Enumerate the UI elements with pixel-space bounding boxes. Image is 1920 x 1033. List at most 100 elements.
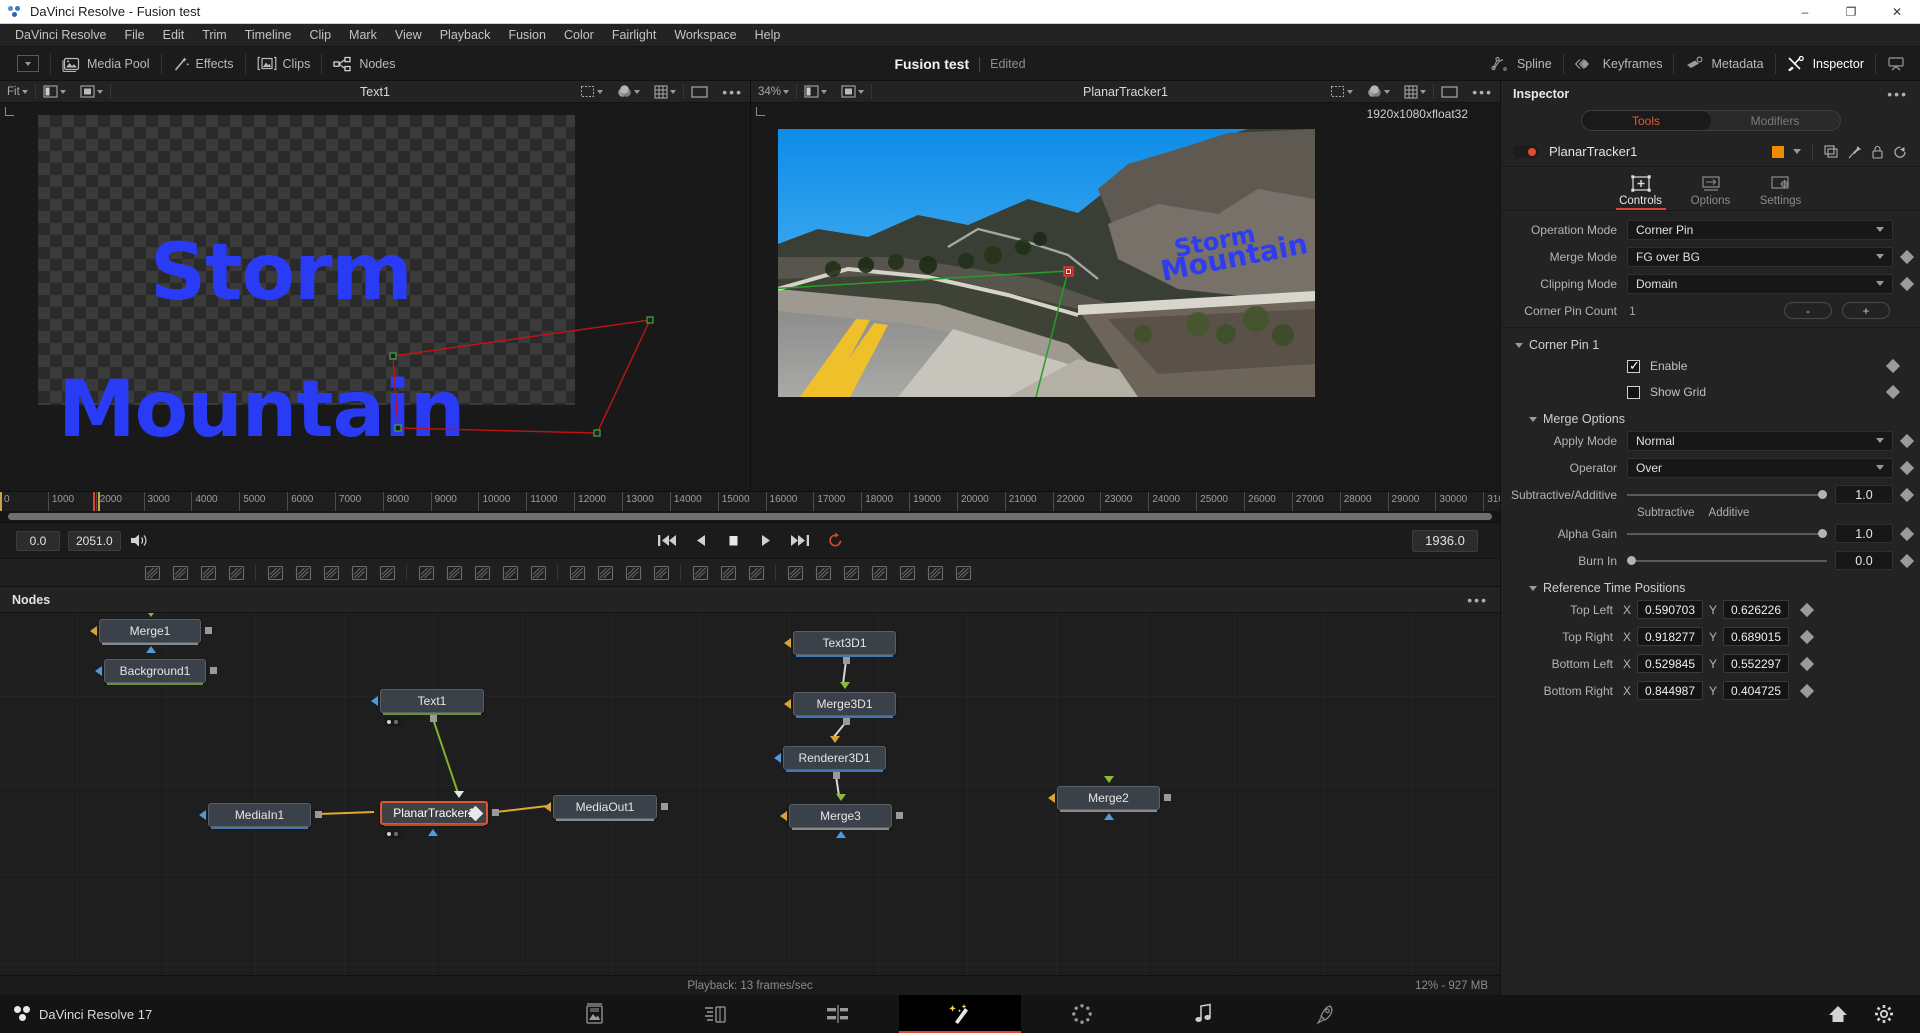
node-text1[interactable]: Text1 bbox=[380, 689, 484, 715]
top-right-keyframe-diamond[interactable] bbox=[1799, 629, 1815, 644]
merge3-effectmask-input[interactable] bbox=[836, 831, 846, 838]
color-swatch[interactable] bbox=[1772, 145, 1784, 158]
step-back-button[interactable] bbox=[694, 533, 709, 548]
blur-tool[interactable] bbox=[261, 561, 289, 585]
color-page-button[interactable] bbox=[1021, 995, 1143, 1033]
resize-tool[interactable] bbox=[524, 561, 552, 585]
paint-tool[interactable] bbox=[222, 561, 250, 585]
playhead[interactable] bbox=[92, 492, 95, 511]
corner-pin-decrement-button[interactable]: - bbox=[1784, 302, 1832, 319]
fastnoise-tool[interactable] bbox=[166, 561, 194, 585]
speaker-icon[interactable] bbox=[129, 532, 149, 549]
viewer-right-options-button[interactable]: ••• bbox=[1465, 81, 1500, 103]
menu-mark[interactable]: Mark bbox=[340, 24, 386, 47]
text1-modifier-dots[interactable] bbox=[384, 717, 403, 726]
in-point-marker[interactable] bbox=[0, 492, 2, 511]
bottom-left-keyframe-diamond[interactable] bbox=[1799, 656, 1815, 671]
bottom-right-y-field[interactable]: 0.404725 bbox=[1723, 681, 1789, 700]
planartracker1-effectmask-input[interactable] bbox=[428, 829, 438, 836]
deliver-page-button[interactable] bbox=[1265, 995, 1387, 1033]
menu-clip[interactable]: Clip bbox=[301, 24, 341, 47]
menu-playback[interactable]: Playback bbox=[431, 24, 500, 47]
enable-keyframe-diamond[interactable] bbox=[1885, 358, 1901, 374]
menu-trim[interactable]: Trim bbox=[193, 24, 236, 47]
fusion-page-button[interactable] bbox=[899, 995, 1021, 1033]
clipping-mode-keyframe-diamond[interactable] bbox=[1899, 276, 1915, 291]
renderer3d-tool[interactable] bbox=[949, 561, 977, 585]
merge-mode-keyframe-diamond[interactable] bbox=[1899, 249, 1915, 264]
menu-edit[interactable]: Edit bbox=[154, 24, 194, 47]
keyframes-button[interactable]: Keyframes bbox=[1564, 47, 1674, 81]
bottom-left-x-field[interactable]: 0.529845 bbox=[1637, 654, 1703, 673]
edit-page-button[interactable] bbox=[777, 995, 899, 1033]
camera3d-tool[interactable] bbox=[893, 561, 921, 585]
overflow-dots-icon[interactable]: ••• bbox=[1467, 592, 1488, 608]
workspace-dropdown-button[interactable] bbox=[6, 47, 50, 81]
loop-button[interactable] bbox=[827, 532, 844, 549]
viewer-right-fullscreen-button[interactable] bbox=[1434, 81, 1465, 103]
mediaout1-input[interactable] bbox=[544, 802, 551, 812]
merge2-effectmask-input[interactable] bbox=[1104, 813, 1114, 820]
merge1-output[interactable] bbox=[205, 627, 212, 634]
rectangle-mask-tool[interactable] bbox=[563, 561, 591, 585]
merge-tool[interactable] bbox=[412, 561, 440, 585]
menu-davinci-resolve[interactable]: DaVinci Resolve bbox=[6, 24, 115, 47]
collapse-panel-button[interactable] bbox=[1876, 47, 1916, 81]
merge2-background-input[interactable] bbox=[1048, 793, 1055, 803]
planartracker1-modifier-dots[interactable] bbox=[384, 829, 403, 838]
tool-enable-toggle[interactable] bbox=[1513, 145, 1539, 158]
corner-pin-1-group-header[interactable]: Corner Pin 1 bbox=[1501, 334, 1920, 356]
planartracker1-foreground-input[interactable] bbox=[454, 791, 464, 798]
timeline-scrollbar[interactable] bbox=[0, 511, 1500, 522]
bottom-left-y-field[interactable]: 0.552297 bbox=[1723, 654, 1789, 673]
stop-button[interactable] bbox=[726, 533, 741, 548]
node-merge3d1[interactable]: Merge3D1 bbox=[793, 692, 896, 718]
node-mediain1[interactable]: MediaIn1 bbox=[208, 803, 311, 829]
polygon-mask-tool[interactable] bbox=[647, 561, 675, 585]
viewer-left-fullscreen-button[interactable] bbox=[684, 81, 715, 103]
dissolve-tool[interactable] bbox=[440, 561, 468, 585]
viewer-left-fit-dropdown[interactable]: Fit bbox=[0, 81, 35, 103]
viewer-right-roi-button[interactable] bbox=[1323, 81, 1360, 103]
node-renderer3d1[interactable]: Renderer3D1 bbox=[783, 746, 886, 772]
top-right-y-field[interactable]: 0.689015 bbox=[1723, 627, 1789, 646]
operator-keyframe-diamond[interactable] bbox=[1899, 460, 1915, 475]
merge3-foreground-input[interactable] bbox=[836, 794, 846, 801]
node-merge1[interactable]: Merge1 bbox=[99, 619, 201, 645]
viewer-left-buffer-button[interactable] bbox=[73, 81, 110, 103]
planartracker1-output[interactable] bbox=[492, 809, 499, 816]
show-grid-checkbox[interactable] bbox=[1627, 385, 1640, 399]
menu-fairlight[interactable]: Fairlight bbox=[603, 24, 665, 47]
merge2-output[interactable] bbox=[1164, 794, 1171, 801]
merge1-effectmask-input[interactable] bbox=[146, 646, 156, 653]
chevron-down-icon[interactable] bbox=[1793, 149, 1801, 154]
alpha-gain-value[interactable]: 1.0 bbox=[1835, 524, 1893, 543]
particle-image-tool[interactable] bbox=[742, 561, 770, 585]
merge3d1-output[interactable] bbox=[843, 718, 850, 725]
merge3d1-input[interactable] bbox=[784, 699, 791, 709]
subtractive-additive-slider[interactable] bbox=[1627, 485, 1827, 505]
node-text3d1[interactable]: Text3D1 bbox=[793, 631, 896, 657]
copy-icon[interactable] bbox=[1824, 144, 1839, 159]
planartracker-tool[interactable] bbox=[468, 561, 496, 585]
renderer3d1-scene-input[interactable] bbox=[830, 736, 840, 743]
menu-view[interactable]: View bbox=[386, 24, 431, 47]
fairlight-page-button[interactable] bbox=[1143, 995, 1265, 1033]
node-graph-canvas[interactable]: Merge1 Background1 Text1 MediaIn1 PlanarTrac… bbox=[0, 613, 1500, 975]
apply-mode-keyframe-diamond[interactable] bbox=[1899, 433, 1915, 448]
particle-emitter-tool[interactable] bbox=[686, 561, 714, 585]
media-page-button[interactable] bbox=[533, 995, 655, 1033]
viewer-right-canvas[interactable]: 1920x1080xfloat32 Storm Mountain bbox=[751, 103, 1500, 491]
hueSaturation-tool[interactable] bbox=[373, 561, 401, 585]
node-mediaout1[interactable]: MediaOut1 bbox=[553, 795, 657, 821]
alpha-gain-keyframe-diamond[interactable] bbox=[1899, 526, 1915, 541]
subtractive-additive-value[interactable]: 1.0 bbox=[1835, 485, 1893, 504]
text3d1-input[interactable] bbox=[784, 638, 791, 648]
merge1-background-input[interactable] bbox=[90, 626, 97, 636]
viewer-right-buffer-button[interactable] bbox=[834, 81, 871, 103]
maximize-button[interactable]: ❐ bbox=[1828, 0, 1874, 24]
show-grid-keyframe-diamond[interactable] bbox=[1885, 384, 1901, 400]
alpha-gain-slider[interactable] bbox=[1627, 524, 1827, 544]
top-left-y-field[interactable]: 0.626226 bbox=[1723, 600, 1789, 619]
cut-page-button[interactable] bbox=[655, 995, 777, 1033]
